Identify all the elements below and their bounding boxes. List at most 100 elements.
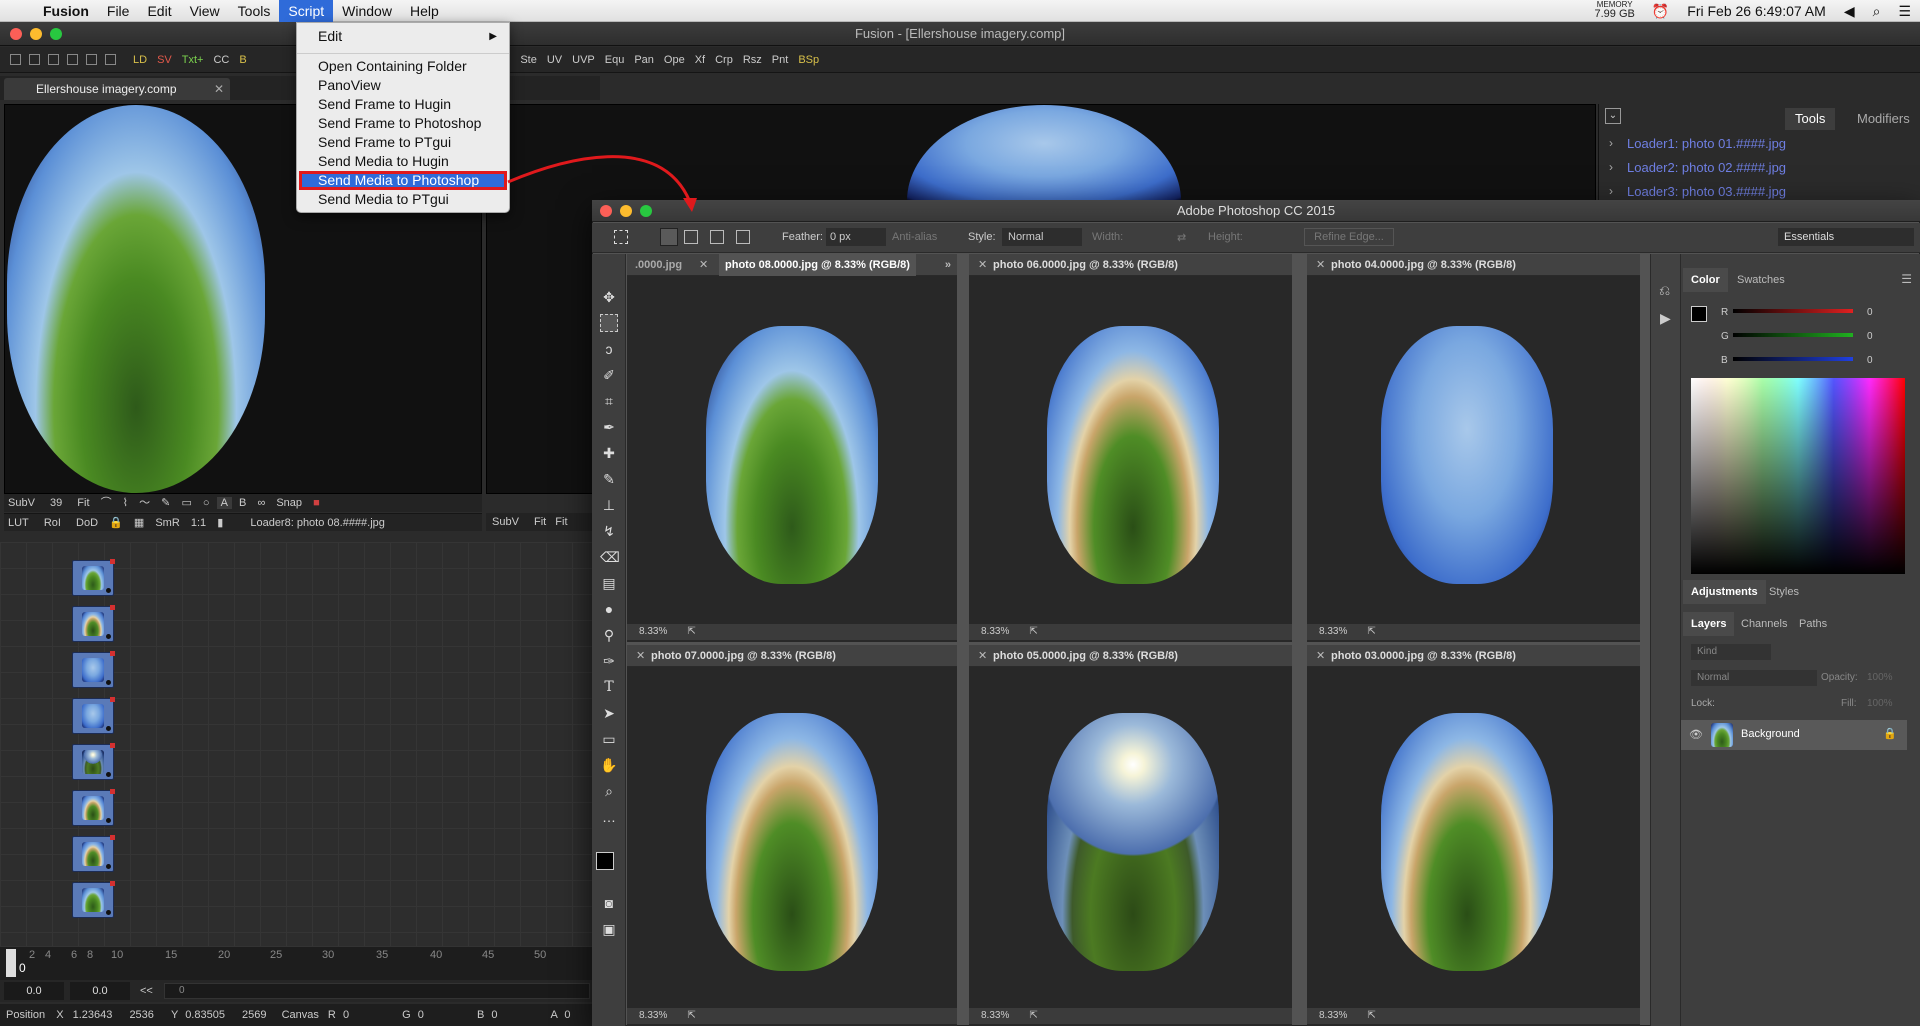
layer-filter-kind[interactable]: Kind — [1691, 644, 1771, 660]
tool-button-uvp[interactable]: UVP — [567, 54, 600, 66]
tool-button-pnt[interactable]: Pnt — [767, 54, 794, 66]
node-output-dot[interactable] — [106, 772, 111, 777]
menu-help[interactable]: Help — [401, 0, 448, 22]
menu-app-fusion[interactable]: Fusion — [34, 0, 98, 22]
flow-node-loader[interactable] — [72, 605, 115, 642]
crop-tool-icon[interactable]: ⌗ — [600, 392, 618, 410]
tool-button-uv[interactable]: UV — [542, 54, 567, 66]
close-doc-icon[interactable]: ✕ — [636, 645, 645, 667]
flow-node-loader[interactable] — [72, 881, 115, 918]
doc-tab-08[interactable]: .0000.jpg ✕ photo 08.0000.jpg @ 8.33% (R… — [627, 254, 957, 276]
document-photo-03[interactable]: ✕ photo 03.0000.jpg @ 8.33% (RGB/8) 8.33%… — [1307, 645, 1640, 1026]
healing-brush-tool-icon[interactable]: ✚ — [600, 444, 618, 462]
layout-icon-5[interactable] — [86, 54, 97, 65]
tool-button-ste[interactable]: Ste — [515, 54, 542, 66]
loader-item-2[interactable]: Loader2: photo 02.####.jpg — [1627, 160, 1786, 175]
tool-button-ope[interactable]: Ope — [659, 54, 690, 66]
flow-node-loader[interactable] — [72, 743, 115, 780]
add-selection-icon[interactable] — [684, 230, 698, 244]
shape-tool-icon[interactable]: ▭ — [600, 730, 618, 748]
ps-zoom-icon[interactable] — [640, 205, 652, 217]
tool-button-equ[interactable]: Equ — [600, 54, 630, 66]
tool-button-txt[interactable]: Txt+ — [177, 54, 209, 66]
collapse-icon[interactable]: ⌄ — [1605, 108, 1621, 124]
range-slider[interactable]: 0 — [164, 983, 590, 999]
rewind-button[interactable]: << — [140, 982, 153, 1000]
ellipse-icon[interactable]: ○ — [199, 497, 214, 509]
doc-tab-overflow[interactable]: .0000.jpg — [635, 259, 682, 271]
script-menu-edit[interactable]: Edit ▶ — [297, 27, 509, 46]
doc-tab-05[interactable]: ✕ photo 05.0000.jpg @ 8.33% (RGB/8) — [969, 645, 1292, 667]
ps-minimize-icon[interactable] — [620, 205, 632, 217]
rectangle-icon[interactable]: ▭ — [177, 497, 195, 509]
style-select[interactable]: Normal — [1002, 228, 1082, 246]
tab-layers[interactable]: Layers — [1683, 612, 1735, 636]
script-menu-open-containing-folder[interactable]: Open Containing Folder — [297, 57, 509, 76]
menu-file[interactable]: File — [98, 0, 139, 22]
node-output-dot[interactable] — [106, 588, 111, 593]
lut-button[interactable]: LUT — [4, 517, 33, 529]
layer-name[interactable]: Background — [1741, 728, 1800, 740]
screen-mode-icon[interactable]: ▣ — [600, 920, 618, 938]
script-menu-send-frame-photoshop[interactable]: Send Frame to Photoshop — [297, 114, 509, 133]
eraser-tool-icon[interactable]: ⌫ — [600, 548, 620, 566]
flow-node-loader[interactable] — [72, 789, 115, 826]
tool-button-rsz[interactable]: Rsz — [738, 54, 767, 66]
render-start-field[interactable]: 0.0 — [70, 982, 130, 1000]
eyedropper-tool-icon[interactable]: ✒ — [600, 418, 618, 436]
bspline-icon[interactable]: 〜 — [135, 497, 154, 509]
viewer-2-fit-button[interactable]: Fit — [528, 516, 552, 528]
global-start-field[interactable]: 0.0 — [4, 982, 64, 1000]
dod-button[interactable]: DoD — [72, 517, 102, 529]
layer-lock-icon[interactable]: 🔒 — [1883, 727, 1897, 740]
brush-tool-icon[interactable]: ✎ — [600, 470, 618, 488]
antialias-checkbox[interactable]: Anti-alias — [892, 231, 937, 243]
tab-styles[interactable]: Styles — [1761, 580, 1807, 604]
smr-button[interactable]: SmR — [151, 517, 183, 529]
timeline-ruler[interactable]: 0 2 4 6 8 10 15 20 25 30 35 40 45 50 — [0, 946, 592, 980]
share-icon[interactable]: ⇱ — [1029, 626, 1037, 637]
script-menu-send-frame-hugin[interactable]: Send Frame to Hugin — [297, 95, 509, 114]
blur-tool-icon[interactable]: ● — [600, 600, 618, 618]
refine-edge-button[interactable]: Refine Edge... — [1304, 228, 1394, 246]
quick-mask-icon[interactable]: ◙ — [600, 894, 618, 912]
panel-menu-icon[interactable]: ☰ — [1901, 272, 1912, 286]
share-icon[interactable]: ⇱ — [1367, 1010, 1375, 1021]
menu-tools[interactable]: Tools — [229, 0, 280, 22]
flow-node-loader[interactable] — [72, 651, 115, 688]
tab-color[interactable]: Color — [1683, 268, 1728, 292]
color-picker-icon[interactable]: ■ — [309, 497, 324, 509]
expand-icon-3[interactable]: › — [1609, 184, 1613, 198]
close-window-icon[interactable] — [10, 28, 22, 40]
pen-tool-icon[interactable]: ✑ — [600, 652, 618, 670]
doc-zoom[interactable]: 8.33% — [981, 626, 1009, 637]
hand-tool-icon[interactable]: ✋ — [600, 756, 618, 774]
share-icon[interactable]: ⇱ — [687, 1010, 695, 1021]
zoom-tool-icon[interactable]: ⌕ — [600, 782, 618, 800]
subtract-selection-icon[interactable] — [710, 230, 724, 244]
channel-g-slider[interactable] — [1733, 333, 1853, 337]
spotlight-search-icon[interactable]: ⌕ — [1864, 0, 1890, 22]
flow-graph[interactable] — [0, 542, 592, 948]
close-doc-icon[interactable]: ✕ — [978, 254, 987, 276]
blend-mode-select[interactable]: Normal — [1691, 670, 1817, 686]
notification-center-icon[interactable]: ☰ — [1889, 0, 1920, 22]
menu-script[interactable]: Script — [279, 0, 334, 22]
doc-tab-04[interactable]: ✕ photo 04.0000.jpg @ 8.33% (RGB/8) — [1307, 254, 1640, 276]
zoom-window-icon[interactable] — [50, 28, 62, 40]
tool-button-xf[interactable]: Xf — [690, 54, 710, 66]
ratio-button[interactable]: 1:1 — [187, 517, 210, 529]
foreground-color-swatch[interactable] — [596, 852, 614, 870]
menu-edit[interactable]: Edit — [138, 0, 180, 22]
flow-node-loader[interactable] — [72, 559, 115, 596]
tab-channels[interactable]: Channels — [1733, 612, 1795, 636]
zoom-value[interactable]: 39 — [42, 497, 70, 509]
menu-view[interactable]: View — [181, 0, 229, 22]
tab-modifiers[interactable]: Modifiers — [1847, 108, 1920, 130]
playhead[interactable] — [6, 949, 16, 977]
script-menu-panoview[interactable]: PanoView — [297, 76, 509, 95]
tool-button-pan[interactable]: Pan — [629, 54, 659, 66]
dodge-tool-icon[interactable]: ⚲ — [600, 626, 618, 644]
history-icon[interactable]: ⎌ — [1659, 282, 1670, 299]
comp-tab[interactable]: Ellershouse imagery.comp ✕ — [4, 78, 230, 100]
